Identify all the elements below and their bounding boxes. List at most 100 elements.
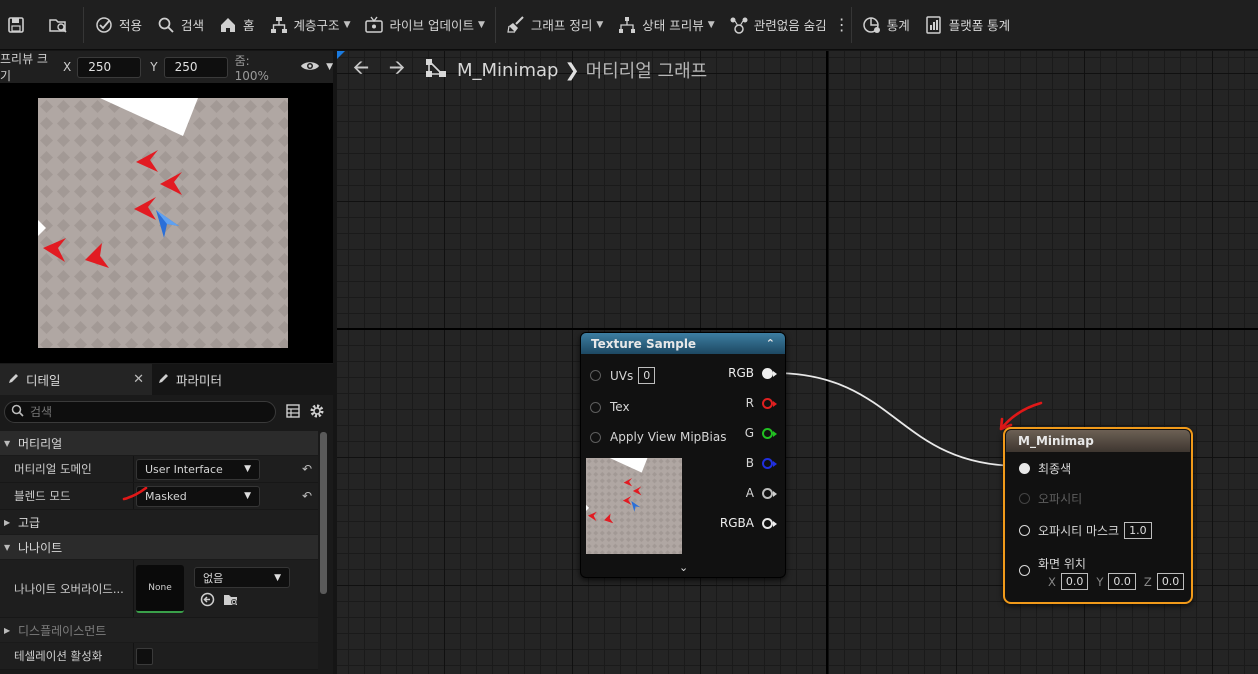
hierarchy-dropdown[interactable]: 계층구조 ▼ (262, 7, 358, 43)
more-options-icon[interactable]: ⋮ (834, 16, 850, 33)
blend-mode-combo[interactable]: Masked ▼ (136, 485, 260, 507)
input-pin-icon[interactable] (1019, 565, 1030, 576)
hide-unrelated-button[interactable]: 관련없음 숨김 (722, 7, 834, 43)
section-displacement-label: 디스플레이스먼트 (18, 623, 107, 638)
pin-r-label: R (745, 396, 754, 410)
collapse-triangle-icon: ▼ (4, 542, 11, 552)
hide-unrelated-label: 관련없음 숨김 (753, 18, 827, 33)
search-button[interactable]: 검색 (149, 7, 211, 43)
pin-final-color[interactable]: 최종색 (1019, 460, 1071, 477)
output-pin-icon[interactable] (762, 487, 777, 499)
pin-uvs[interactable]: UVs 0 (590, 367, 656, 384)
pin-opacity[interactable]: 오파시티 (1019, 490, 1082, 507)
opacity-mask-value-box[interactable]: 1.0 (1124, 522, 1152, 539)
nanite-override-combo[interactable]: 없음 ▼ (194, 567, 290, 588)
pin-r[interactable]: R (745, 396, 777, 410)
live-update-dropdown[interactable]: 라이브 업데이트 ▼ (357, 7, 491, 43)
nanite-asset-thumbnail[interactable]: None (136, 564, 184, 613)
tab-details[interactable]: 디테일 ✕ (0, 364, 152, 395)
save-button[interactable] (0, 7, 38, 43)
material-domain-label: 머티리얼 도메인 (0, 456, 134, 482)
chevron-down-icon: ▼ (477, 19, 485, 30)
screen-pos-y-box[interactable]: 0.0 (1108, 573, 1136, 590)
material-domain-value: User Interface (145, 462, 223, 476)
output-pin-icon[interactable] (762, 367, 777, 379)
preview-y-input[interactable] (163, 56, 228, 78)
details-search-input[interactable] (30, 405, 250, 419)
output-pin-icon[interactable] (762, 427, 777, 439)
section-material-label: 머티리얼 (18, 436, 63, 451)
material-preview-viewport[interactable] (0, 83, 333, 363)
nanite-override-label: 나나이트 오버라이드... (0, 560, 134, 617)
pin-b[interactable]: B (746, 456, 777, 470)
section-displacement[interactable]: ▶ 디스플레이스먼트 (0, 618, 318, 643)
graph-cleanup-dropdown[interactable]: 그래프 정리 ▼ (499, 7, 610, 43)
screen-pos-y-label: Y (1096, 574, 1104, 589)
browse-button[interactable] (38, 7, 80, 43)
input-pin-icon[interactable] (1019, 493, 1030, 504)
section-advanced[interactable]: ▶ 고급 (0, 510, 318, 535)
input-pin-icon[interactable] (590, 431, 601, 443)
eye-icon (300, 59, 320, 76)
pencil-icon (158, 372, 170, 387)
input-pin-icon[interactable] (590, 370, 601, 381)
reset-to-default-icon[interactable]: ↶ (302, 489, 312, 503)
forward-arrow-icon[interactable]: 🡪 (379, 53, 415, 87)
expand-chevron-icon[interactable]: ⌄ (679, 561, 688, 574)
apply-label: 적용 (119, 18, 143, 33)
state-preview-dropdown[interactable]: 상태 프리뷰 ▼ (610, 7, 721, 43)
pencil-icon (8, 372, 20, 387)
texture-sample-header[interactable]: Texture Sample ⌃ (581, 333, 785, 354)
tab-parameters[interactable]: 파라미터 (152, 364, 230, 395)
input-pin-icon[interactable] (1019, 525, 1030, 536)
apply-button[interactable]: 적용 (87, 7, 149, 43)
use-selected-icon[interactable] (200, 592, 215, 610)
home-button[interactable]: 홈 (211, 7, 262, 43)
material-result-header[interactable]: M_Minimap (1006, 430, 1190, 452)
pin-g[interactable]: G (745, 426, 777, 440)
uvs-value-box[interactable]: 0 (638, 367, 656, 384)
output-pin-icon[interactable] (762, 457, 777, 469)
output-pin-icon[interactable] (762, 397, 777, 409)
tessellation-checkbox[interactable] (136, 647, 153, 665)
platform-stats-button[interactable]: 플랫폼 통계 (917, 7, 1017, 43)
material-domain-combo[interactable]: User Interface ▼ (136, 458, 260, 480)
chevron-up-icon[interactable]: ⌃ (766, 337, 775, 350)
stats-button[interactable]: 통계 (855, 7, 917, 43)
screen-pos-x-label: X (1048, 574, 1056, 589)
output-pin-icon[interactable] (762, 517, 777, 529)
pin-rgba[interactable]: RGBA (720, 516, 777, 530)
graph-origin-horizontal (337, 328, 1258, 330)
section-advanced-label: 고급 (18, 515, 41, 530)
browse-folder-icon[interactable] (223, 592, 239, 610)
breadcrumb-asset[interactable]: M_Minimap (457, 60, 558, 81)
section-nanite[interactable]: ▼ 나나이트 (0, 535, 318, 560)
input-pin-icon[interactable] (1019, 463, 1030, 474)
hierarchy-icon (269, 15, 289, 35)
screen-pos-x-box[interactable]: 0.0 (1060, 573, 1089, 590)
material-graph-canvas[interactable]: 🡨 🡪 M_Minimap ❯ 머티리얼 그래프 Texture Sample … (337, 51, 1258, 674)
state-preview-label: 상태 프리뷰 (642, 18, 704, 33)
settings-gear-icon[interactable] (309, 403, 325, 422)
chevron-down-icon: ▼ (343, 19, 351, 30)
reset-to-default-icon[interactable]: ↶ (302, 462, 312, 476)
pin-opacity-mask[interactable]: 오파시티 마스크 1.0 (1019, 522, 1152, 539)
input-pin-icon[interactable] (590, 401, 601, 413)
screen-pos-z-label: Z (1143, 574, 1152, 589)
close-icon[interactable]: ✕ (133, 372, 144, 387)
table-view-icon[interactable] (286, 403, 300, 421)
texture-sample-node[interactable]: Texture Sample ⌃ UVs 0 Tex Apply View Mi… (580, 332, 786, 578)
pin-rgb[interactable]: RGB (728, 366, 777, 380)
pin-mipbias[interactable]: Apply View MipBias (590, 430, 726, 444)
preview-x-input[interactable] (77, 56, 142, 78)
minimap-preview-image (38, 98, 288, 348)
screen-pos-z-box[interactable]: 0.0 (1156, 573, 1185, 590)
section-material[interactable]: ▼ 머티리얼 (0, 431, 318, 456)
view-options-dropdown[interactable]: ▼ (300, 59, 333, 76)
pin-a[interactable]: A (746, 486, 777, 500)
pin-tex[interactable]: Tex (590, 400, 630, 414)
details-scrollbar[interactable] (320, 432, 327, 594)
material-result-node[interactable]: M_Minimap 최종색 오파시티 오파시티 마스크 1.0 화면 위치 X … (1003, 427, 1193, 604)
pin-screen-position[interactable]: 화면 위치 X 0.0 Y 0.0 Z 0.0 (1019, 555, 1185, 590)
back-arrow-icon[interactable]: 🡨 (343, 53, 379, 87)
